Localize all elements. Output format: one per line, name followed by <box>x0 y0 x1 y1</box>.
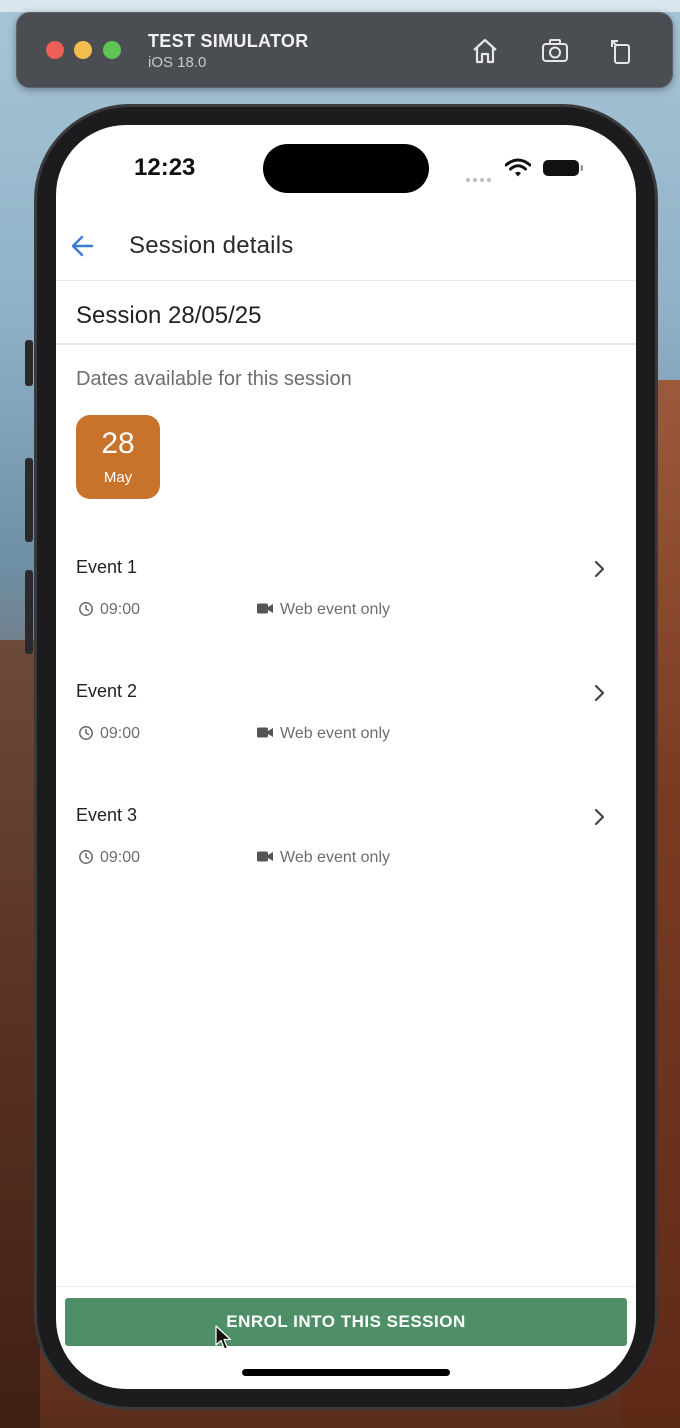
battery-icon <box>543 160 583 176</box>
event-name: Event 1 <box>76 557 138 577</box>
page-title: Session details <box>129 232 294 259</box>
phone-mute-switch <box>25 340 33 386</box>
home-indicator[interactable] <box>242 1369 450 1376</box>
rotate-icon[interactable] <box>605 35 637 67</box>
home-icon[interactable] <box>469 35 501 67</box>
phone-screen: 12:23 Session details Session 28/05/25 D… <box>56 125 636 1389</box>
mouse-cursor-icon <box>215 1325 232 1350</box>
back-arrow-icon[interactable] <box>68 231 98 261</box>
enrol-button[interactable]: ENROL INTO THIS SESSION <box>65 1298 627 1346</box>
event-list-item[interactable]: Event 3 09:00 Web event only <box>56 785 636 895</box>
app-header: Session details <box>56 213 636 281</box>
event-time: 09:00 <box>100 849 141 866</box>
event-name: Event 3 <box>76 805 138 825</box>
chevron-right-icon <box>594 684 605 702</box>
clock-icon <box>79 726 93 740</box>
event-mode: Web event only <box>280 725 390 742</box>
clock-icon <box>79 602 93 616</box>
minimize-window-button[interactable] <box>74 41 92 59</box>
simulator-os-version: iOS 18.0 <box>148 54 207 71</box>
simulator-title: TEST SIMULATOR <box>148 31 309 51</box>
zoom-window-button[interactable] <box>103 41 121 59</box>
video-camera-icon <box>257 851 273 862</box>
session-title-bar: Session 28/05/25 <box>56 282 636 345</box>
event-list-item[interactable]: Event 1 09:00 Web event only <box>56 537 636 647</box>
session-title: Session 28/05/25 <box>76 302 262 329</box>
event-time: 09:00 <box>100 725 141 742</box>
close-window-button[interactable] <box>46 41 64 59</box>
dynamic-island <box>263 144 429 193</box>
event-name: Event 2 <box>76 681 138 701</box>
video-camera-icon <box>257 603 273 614</box>
cellular-signal-icon <box>466 169 494 187</box>
event-mode: Web event only <box>280 849 390 866</box>
clock-icon <box>79 850 93 864</box>
date-tile[interactable]: 28 May <box>76 415 160 499</box>
chevron-right-icon <box>594 560 605 578</box>
footer-divider <box>56 1286 636 1287</box>
simulator-title-bar: TEST SIMULATOR iOS 18.0 <box>16 12 673 88</box>
chevron-right-icon <box>594 808 605 826</box>
dates-available-label: Dates available for this session <box>76 368 352 390</box>
video-camera-icon <box>257 727 273 738</box>
event-list-item[interactable]: Event 2 09:00 Web event only <box>56 661 636 771</box>
screenshot-icon[interactable] <box>539 35 571 67</box>
status-time: 12:23 <box>134 154 196 181</box>
wifi-icon <box>505 158 531 177</box>
date-day: 28 <box>101 427 135 460</box>
event-time: 09:00 <box>100 601 141 618</box>
phone-volume-down-button <box>25 570 33 654</box>
desktop-top-strip <box>0 0 680 12</box>
phone-volume-up-button <box>25 458 33 542</box>
date-month: May <box>103 469 133 486</box>
event-mode: Web event only <box>280 601 390 618</box>
